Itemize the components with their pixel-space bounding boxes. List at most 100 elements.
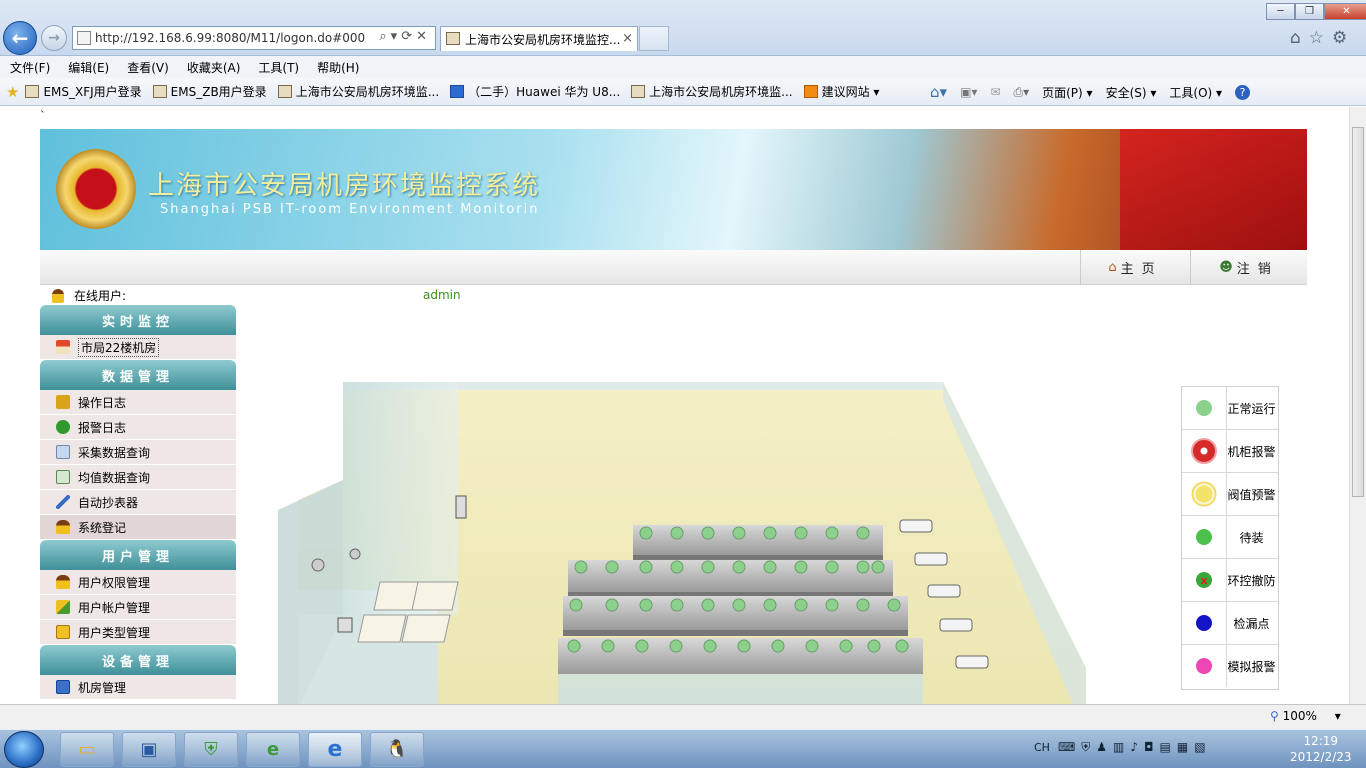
monitor-icon: ▣ xyxy=(140,739,158,760)
security-taskbar-button[interactable]: ⛨ xyxy=(184,732,238,767)
explorer-taskbar-button[interactable]: ▭ xyxy=(60,732,114,767)
disarmed-icon: x xyxy=(1196,572,1212,588)
sidebar-item-user-permissions[interactable]: 用户权限管理 xyxy=(40,570,236,595)
search-refresh-stop-icons[interactable]: ⌕▾⟳✕ xyxy=(379,29,431,44)
server-room-map xyxy=(278,382,1086,704)
legend-item-leak-point: 检漏点 xyxy=(1182,602,1278,645)
close-button[interactable]: ✕ xyxy=(1324,3,1366,20)
fav-link-5[interactable]: 上海市公安局机房环境监... xyxy=(631,83,793,100)
page-icon xyxy=(631,85,646,98)
back-button[interactable]: ← xyxy=(3,21,37,55)
lock-icon xyxy=(56,625,70,639)
system-tray: CH ⌨⛨♟▥♪◘▤▦▧ xyxy=(1034,740,1212,755)
menu-tools[interactable]: 工具(T) xyxy=(258,59,299,76)
legend-item-normal: 正常运行 xyxy=(1182,387,1278,430)
edit-doc-icon xyxy=(56,445,70,459)
header-banner: 上海市公安局机房环境监控系统 Shanghai PSB IT-room Envi… xyxy=(40,129,1307,250)
legend-item-rack-alarm: 机柜报警 xyxy=(1182,430,1278,473)
new-tab-button[interactable] xyxy=(639,26,669,51)
camera-sensor xyxy=(349,548,361,560)
sidebar-item-label: 用户帐户管理 xyxy=(78,600,151,615)
ie-taskbar-button[interactable]: e xyxy=(308,732,362,767)
sidebar-item-collected-data[interactable]: 采集数据查询 xyxy=(40,440,236,465)
info-icon xyxy=(56,420,70,434)
sidebar-item-room-management[interactable]: 机房管理 xyxy=(40,675,236,700)
status-bar xyxy=(0,704,1366,729)
system-clock[interactable]: 12:19 2012/2/23 xyxy=(1290,733,1352,765)
page-scrollbar[interactable] xyxy=(1349,107,1366,704)
export-doc-icon xyxy=(56,470,70,484)
home-favorites-settings-icons[interactable]: ⌂☆⚙ xyxy=(1290,28,1355,48)
rss-icon[interactable]: ▣▾ xyxy=(960,85,977,99)
sidebar-item-user-types[interactable]: 用户类型管理 xyxy=(40,620,236,645)
sidebar-item-average-data[interactable]: 均值数据查询 xyxy=(40,465,236,490)
tab-favicon xyxy=(446,32,460,45)
legend-item-simulated-alarm: 模拟报警 xyxy=(1182,645,1278,688)
tab-close-icon[interactable]: × xyxy=(622,31,633,46)
page-icon xyxy=(152,85,167,98)
print-icon[interactable]: ⎙▾ xyxy=(1014,85,1030,100)
restore-button[interactable]: ❐ xyxy=(1295,3,1324,20)
start-button[interactable] xyxy=(4,731,44,768)
page-icon xyxy=(277,85,292,98)
legend-label: 模拟报警 xyxy=(1226,645,1276,687)
browser-taskbar-button[interactable]: e xyxy=(246,732,300,767)
sidebar-item-system-register[interactable]: 系统登记 xyxy=(40,515,236,540)
tab-title: 上海市公安局机房环境监控... xyxy=(465,32,621,47)
sidebar-item-alarm-log[interactable]: 报警日志 xyxy=(40,415,236,440)
section-device-management[interactable]: 设备管理 xyxy=(40,645,236,675)
top-nav-bar: ⌂ 主页 ☻ 注销 xyxy=(40,250,1307,285)
sidebar-item-operation-log[interactable]: 操作日志 xyxy=(40,390,236,415)
legend-item-pending: 待装 xyxy=(1182,516,1278,559)
help-icon[interactable]: ? xyxy=(1235,84,1251,100)
menu-help[interactable]: 帮助(H) xyxy=(317,59,359,76)
page-menu[interactable]: 页面(P) ▾ xyxy=(1042,84,1092,101)
legend-label: 检漏点 xyxy=(1226,602,1276,644)
forward-button[interactable]: → xyxy=(41,25,67,51)
zoom-control[interactable]: ⚲ 100% ▾ xyxy=(1270,709,1341,723)
menu-view[interactable]: 查看(V) xyxy=(127,59,169,76)
menu-edit[interactable]: 编辑(E) xyxy=(68,59,109,76)
windows-taskbar: ▭ ▣ ⛨ e e 🐧 CH ⌨⛨♟▥♪◘▤▦▧ 12:19 2012/2/23 xyxy=(0,729,1366,768)
address-bar[interactable]: http://192.168.6.99:8080/M11/logon.do#00… xyxy=(72,26,436,50)
fav-link-4[interactable]: （二手）Huawei 华为 U8... xyxy=(450,83,620,100)
fav-link-3[interactable]: 上海市公安局机房环境监... xyxy=(277,83,439,100)
legend-label: 待装 xyxy=(1226,516,1276,558)
tools-menu[interactable]: 工具(O) ▾ xyxy=(1169,84,1222,101)
fav-link-2[interactable]: EMS_ZB用户登录 xyxy=(152,83,267,100)
home-link[interactable]: ⌂ 主页 xyxy=(1080,250,1190,285)
user-icon xyxy=(52,288,64,303)
favorites-star-icon[interactable]: ★ xyxy=(6,83,19,101)
scrollbar-thumb[interactable] xyxy=(1352,127,1364,497)
sidebar-item-label: 机房管理 xyxy=(78,680,127,695)
fav-link-1[interactable]: EMS_XFJ用户登录 xyxy=(25,83,142,100)
qq-taskbar-button[interactable]: 🐧 xyxy=(370,732,424,767)
home-icon[interactable]: ⌂▾ xyxy=(930,83,947,101)
system-title: 上海市公安局机房环境监控系统 xyxy=(148,171,541,201)
section-realtime-monitor[interactable]: 实时监控 xyxy=(40,305,236,335)
browser-tab[interactable]: 上海市公安局机房环境监控... × xyxy=(440,26,638,51)
section-data-management[interactable]: 数据管理 xyxy=(40,360,236,390)
menu-favorites[interactable]: 收藏夹(A) xyxy=(187,59,241,76)
legend-label: 正常运行 xyxy=(1226,387,1276,429)
mail-icon[interactable]: ✉ xyxy=(990,85,1000,99)
menu-file[interactable]: 文件(F) xyxy=(10,59,50,76)
page-icon xyxy=(25,85,40,98)
legend-item-threshold-warning: 阀值预警 xyxy=(1182,473,1278,516)
section-user-management[interactable]: 用户管理 xyxy=(40,540,236,570)
page-icon xyxy=(77,31,91,45)
zoom-icon: ⚲ xyxy=(1270,709,1279,723)
sidebar-item-room-22f[interactable]: 市局22楼机房 xyxy=(40,335,236,360)
network-taskbar-button[interactable]: ▣ xyxy=(122,732,176,767)
fav-label: （二手）Huawei 华为 U8... xyxy=(468,85,621,99)
language-indicator[interactable]: CH xyxy=(1034,741,1050,754)
flag-image xyxy=(1120,129,1307,250)
fav-suggested-sites[interactable]: 建议网站 ▾ xyxy=(803,83,879,100)
suggested-sites-icon xyxy=(803,85,818,98)
sidebar-item-user-accounts[interactable]: 用户帐户管理 xyxy=(40,595,236,620)
safety-menu[interactable]: 安全(S) ▾ xyxy=(1106,84,1157,101)
sidebar-item-auto-meter[interactable]: 自动抄表器 xyxy=(40,490,236,515)
tray-icons[interactable]: ⌨⛨♟▥♪◘▤▦▧ xyxy=(1058,740,1212,755)
logout-link[interactable]: ☻ 注销 xyxy=(1190,250,1307,285)
minimize-button[interactable]: ─ xyxy=(1266,3,1295,20)
